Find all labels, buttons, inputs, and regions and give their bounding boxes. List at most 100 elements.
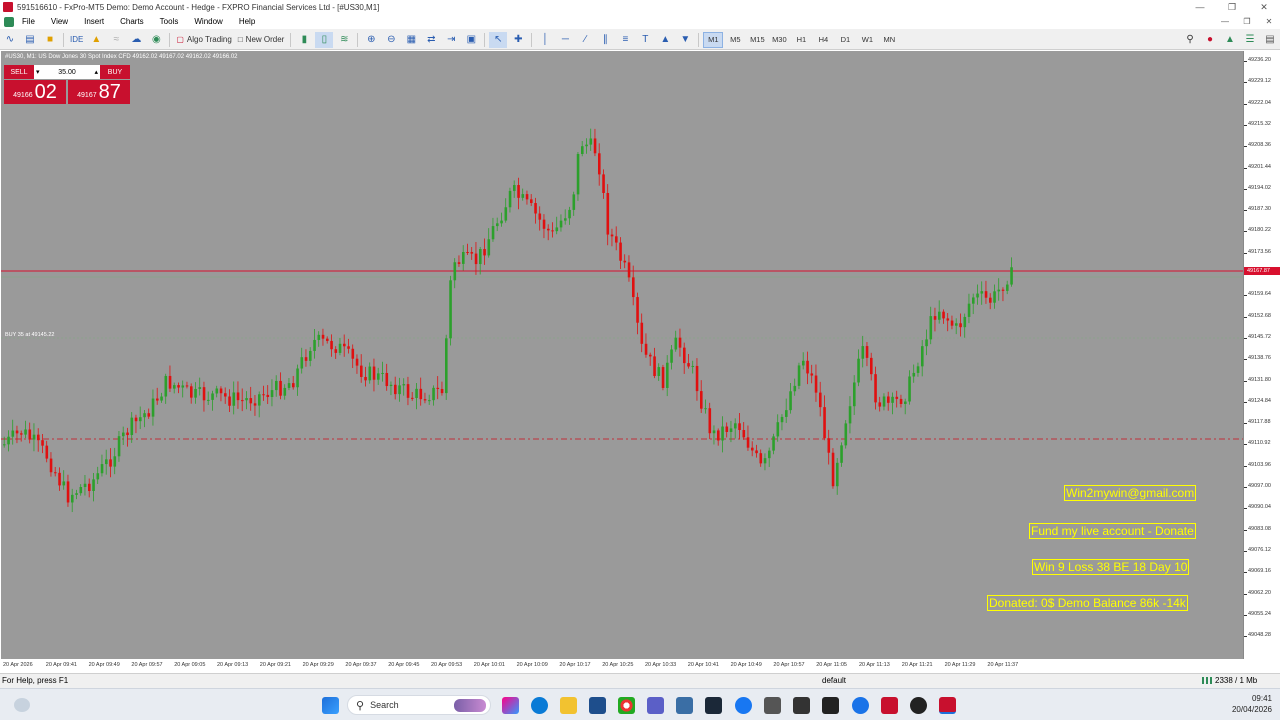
price-tick-mark <box>1244 188 1247 190</box>
app-icon-1[interactable] <box>764 697 781 714</box>
app-icon-3[interactable] <box>822 697 839 714</box>
child-close-icon[interactable]: ✕ <box>1258 14 1280 29</box>
time-axis[interactable]: 20 Apr 2026 20 Apr 09:41 20 Apr 09:49 20 Ap… <box>1 659 1243 673</box>
vertical-line-icon[interactable]: │ <box>536 32 554 48</box>
menu-charts[interactable]: Charts <box>112 17 152 26</box>
file-explorer-icon[interactable] <box>560 697 577 714</box>
bar-chart-icon[interactable]: ▮ <box>295 32 313 48</box>
menu-view[interactable]: View <box>43 17 76 26</box>
facebook-icon[interactable] <box>735 697 752 714</box>
app-icon-5[interactable] <box>910 697 927 714</box>
edge-icon[interactable] <box>531 697 548 714</box>
steam-icon[interactable] <box>705 697 722 714</box>
candle-body <box>853 382 856 407</box>
start-icon[interactable] <box>322 697 339 714</box>
ide-button[interactable]: IDE <box>68 32 85 48</box>
autoscroll-icon[interactable]: ⇄ <box>422 32 440 48</box>
store-icon[interactable] <box>589 697 606 714</box>
buy-button[interactable]: BUY <box>100 65 130 79</box>
templates-icon[interactable]: ■ <box>41 32 59 48</box>
zoom-in-icon[interactable]: ⊕ <box>362 32 380 48</box>
candle-chart-icon[interactable]: ▯ <box>315 31 334 48</box>
chart-shift-icon[interactable]: ⇥ <box>442 32 460 48</box>
system-clock[interactable]: 09:41 20/04/2026 <box>1232 693 1272 715</box>
price-tick-label: 49083.08 <box>1248 525 1271 532</box>
candle-body <box>653 356 656 377</box>
timeframe-m5[interactable]: M5 <box>725 32 745 48</box>
price-axis[interactable]: 49236.20 49229.12 49222.04 49215.32 49208.36… <box>1243 51 1280 659</box>
fxpro-icon-1[interactable] <box>881 697 898 714</box>
weather-widget-icon[interactable] <box>14 698 30 712</box>
search-icon[interactable]: ⚲ <box>1181 32 1199 48</box>
mail-icon[interactable] <box>676 697 693 714</box>
timeframe-m15[interactable]: M15 <box>747 32 767 48</box>
sell-button[interactable]: SELL <box>4 65 34 79</box>
cloud-icon[interactable]: ☁ <box>127 32 145 48</box>
crosshair-icon[interactable]: ✚ <box>509 32 527 48</box>
sell-price[interactable]: 49166 02 <box>4 80 66 104</box>
fxpro-icon-2[interactable] <box>939 697 956 714</box>
child-minimize-icon[interactable]: — <box>1214 14 1236 29</box>
chart-type-icon[interactable]: ▤ <box>21 32 39 48</box>
timeframe-m1[interactable]: M1 <box>703 31 724 48</box>
screenshot-icon[interactable]: ▣ <box>462 32 480 48</box>
menu-insert[interactable]: Insert <box>76 17 112 26</box>
zoom-out-icon[interactable]: ⊖ <box>382 32 400 48</box>
channel-icon[interactable]: ∥ <box>596 32 614 48</box>
chrome-icon[interactable] <box>618 697 635 714</box>
signals-icon[interactable]: ≈ <box>107 32 125 48</box>
fibonacci-icon[interactable]: ≡ <box>616 32 634 48</box>
connection-status[interactable]: 2338 / 1 Mb <box>1202 676 1257 685</box>
price-chart[interactable]: #US30, M1: US Dow Jones 30 Spot Index CF… <box>1 51 1243 659</box>
volume-up-icon[interactable]: ▴ <box>94 68 98 76</box>
close-icon[interactable]: ✕ <box>1248 0 1280 14</box>
child-restore-icon[interactable]: ❐ <box>1236 14 1258 29</box>
candle-body <box>534 203 537 214</box>
price-tick-label: 49194.02 <box>1248 184 1271 191</box>
timeframe-mn[interactable]: MN <box>879 32 899 48</box>
new-order-button[interactable]: □ New Order <box>236 32 287 48</box>
grid-icon[interactable]: ▦ <box>402 32 420 48</box>
menu-tools[interactable]: Tools <box>152 17 187 26</box>
menu-window[interactable]: Window <box>186 17 230 26</box>
cursor-icon[interactable]: ↖ <box>489 31 508 48</box>
timeframe-w1[interactable]: W1 <box>857 32 877 48</box>
line-chart-icon[interactable]: ≋ <box>335 32 353 48</box>
text-icon[interactable]: T <box>636 32 654 48</box>
buy-price[interactable]: 49167 87 <box>68 80 130 104</box>
navigator-icon[interactable]: ☰ <box>1241 32 1259 48</box>
menu-help[interactable]: Help <box>231 17 263 26</box>
shapes-icon[interactable]: ▲ <box>656 32 674 48</box>
volume-input[interactable]: ▾ 35.00 ▴ <box>34 65 100 79</box>
trend-line-icon[interactable]: ∕ <box>576 32 594 48</box>
objects-dropdown-icon[interactable]: ▼ <box>676 32 694 48</box>
app-icon-4[interactable] <box>852 697 869 714</box>
timeframe-h1[interactable]: H1 <box>791 32 811 48</box>
maximize-icon[interactable]: ❐ <box>1216 0 1248 14</box>
candle-body <box>287 383 291 388</box>
taskbar-search[interactable]: ⚲ Search <box>347 695 491 715</box>
timeframe-h4[interactable]: H4 <box>813 32 833 48</box>
market-watch-icon[interactable]: ▲ <box>1221 32 1239 48</box>
horizontal-line-icon[interactable]: ─ <box>556 32 574 48</box>
vps-icon[interactable]: ◉ <box>147 32 165 48</box>
volume-down-icon[interactable]: ▾ <box>36 68 40 76</box>
menu-file[interactable]: File <box>14 17 43 26</box>
candle-body <box>521 194 525 198</box>
time-tick-label: 20 Apr 09:05 <box>174 662 206 668</box>
candle-body <box>445 338 448 394</box>
indicators-icon[interactable]: ∿ <box>1 32 19 48</box>
copilot-icon[interactable] <box>502 697 519 714</box>
toolbox-icon[interactable]: ▤ <box>1261 32 1279 48</box>
price-tick-mark <box>1244 614 1247 616</box>
lock-icon[interactable]: ▲ <box>87 32 105 48</box>
teams-icon[interactable] <box>647 697 664 714</box>
price-tick-mark <box>1244 82 1247 84</box>
timeframe-d1[interactable]: D1 <box>835 32 855 48</box>
algo-trading-button[interactable]: ▢ Algo Trading <box>174 32 233 48</box>
timeframe-m30[interactable]: M30 <box>769 32 789 48</box>
notifications-icon[interactable]: ● <box>1201 32 1219 48</box>
app-icon-2[interactable] <box>793 697 810 714</box>
minimize-icon[interactable]: — <box>1184 0 1216 14</box>
price-tick-mark <box>1244 61 1247 62</box>
